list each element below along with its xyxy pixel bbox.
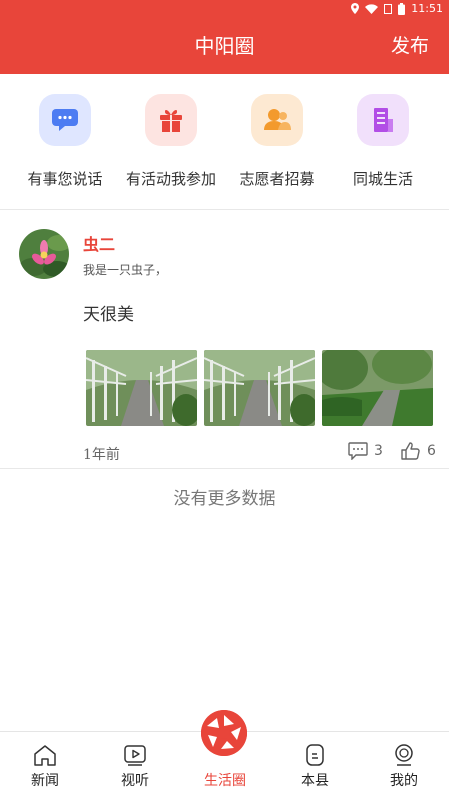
quick-action-label: 有活动我参加 [125,170,216,188]
publish-button[interactable]: 发布 [391,18,429,74]
status-bar: 11:51 [0,0,449,18]
quick-actions: 有事您说话 有活动我参加 志愿者招募 同城生活 [0,74,449,209]
tab-county[interactable]: 本县 [270,732,360,801]
aperture-icon[interactable] [201,710,247,756]
tab-label: 生活圈 [204,773,246,789]
tab-label: 视听 [121,773,149,789]
wifi-icon [365,3,379,14]
like-button[interactable]: 6 [401,442,436,460]
quick-action-label: 有事您说话 [27,170,103,188]
battery-icon [398,2,406,15]
tab-video[interactable]: 视听 [90,732,180,801]
volunteer-icon [251,94,303,146]
post-photo-2[interactable] [204,350,315,426]
post-username[interactable]: 虫二 [83,231,115,255]
like-count: 6 [427,443,436,459]
status-time: 11:51 [411,2,443,15]
chat-icon [39,94,91,146]
quick-action-activity[interactable]: 有活动我参加 [115,94,227,189]
tab-label: 新闻 [31,773,59,789]
post-photo-3[interactable] [322,350,433,426]
post-user-bio: 我是一只虫子， [83,263,168,277]
app-header: 中阳圈 发布 [0,18,449,74]
profile-icon [359,744,449,768]
feed-end-message: 没有更多数据 [173,489,276,509]
tab-label: 本县 [301,773,329,789]
post-photo-1[interactable] [86,350,197,426]
gift-icon [145,94,197,146]
quick-action-volunteer[interactable]: 志愿者招募 [221,94,333,189]
quick-action-label: 同城生活 [352,170,413,188]
tab-profile[interactable]: 我的 [359,732,449,801]
quick-action-speak[interactable]: 有事您说话 [9,94,121,189]
divider [0,468,449,469]
tab-label: 我的 [390,773,418,789]
county-icon [270,744,360,768]
post-time: 1年前 [83,447,120,463]
tab-news[interactable]: 新闻 [0,732,90,801]
home-icon [0,744,90,768]
post-card[interactable]: 虫二 我是一只虫子， 天很美 1年前 3 6 [0,210,449,468]
location-icon [351,3,360,14]
status-icons: 11:51 [351,2,443,15]
comment-count: 3 [374,443,383,459]
quick-action-city-life[interactable]: 同城生活 [327,94,439,189]
avatar[interactable] [19,229,69,279]
comment-icon [348,442,368,460]
post-content: 天很美 [83,305,134,325]
comment-button[interactable]: 3 [348,442,383,460]
quick-action-label: 志愿者招募 [239,170,315,188]
video-icon [90,744,180,768]
thumbs-up-icon [401,442,420,460]
page-title: 中阳圈 [194,34,255,58]
sim-icon [384,3,393,14]
building-icon [357,94,409,146]
